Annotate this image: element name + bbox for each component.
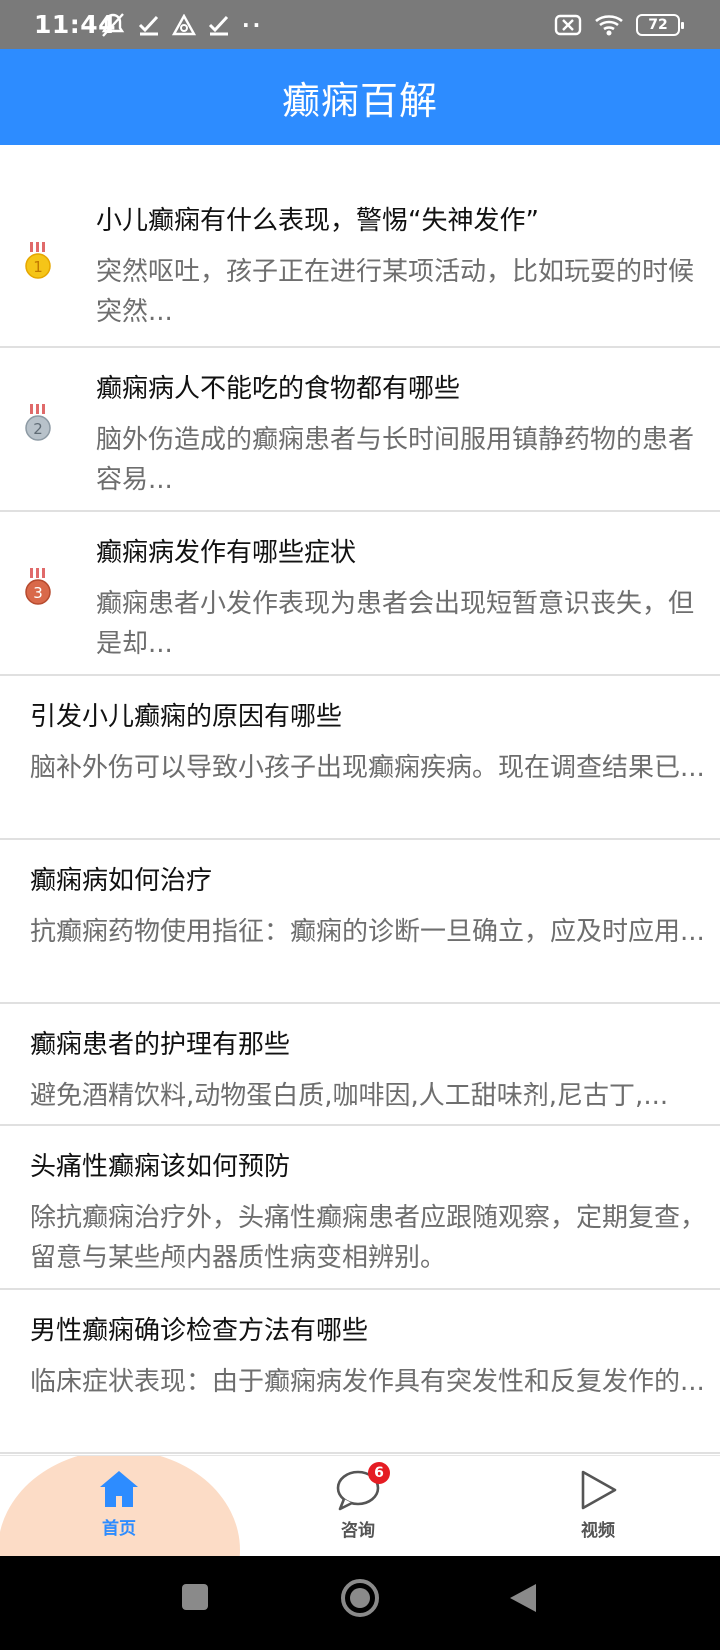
bottom-nav: 首页 6 咨询 视频 bbox=[0, 1455, 720, 1556]
battery-level: 72 bbox=[648, 17, 668, 33]
play-icon bbox=[581, 1470, 617, 1510]
article-list: 1 小儿癫痫有什么表现，警惕“失神发作” 突然呕吐，孩子正在进行某项活动，比如玩… bbox=[0, 200, 720, 1454]
consult-badge: 6 bbox=[368, 1462, 390, 1484]
system-nav-bar bbox=[0, 1556, 720, 1650]
svg-text:3: 3 bbox=[33, 584, 43, 602]
rank-medal-icon: 1 bbox=[24, 242, 52, 282]
battery-icon: 72 bbox=[636, 14, 684, 36]
wifi-icon bbox=[595, 15, 623, 36]
rank-medal-icon: 3 bbox=[24, 568, 52, 608]
article-summary: 脑外伤造成的癫痫患者与长时间服用镇静药物的患者容易... bbox=[96, 425, 695, 495]
rank-medal-icon: 2 bbox=[24, 404, 52, 444]
mute-icon bbox=[101, 13, 125, 37]
list-item[interactable]: 引发小儿癫痫的原因有哪些 脑补外伤可以导致小孩子出现癫痫疾病。现在调查结果已..… bbox=[0, 676, 720, 840]
article-title: 癫痫患者的护理有那些 bbox=[30, 1030, 291, 1060]
svg-text:2: 2 bbox=[33, 420, 43, 438]
list-item[interactable]: 癫痫患者的护理有那些 避免酒精饮料,动物蛋白质,咖啡因,人工甜味剂,尼古丁,..… bbox=[0, 1004, 720, 1126]
status-icons-right: 72 bbox=[554, 12, 684, 38]
home-icon bbox=[100, 1471, 138, 1507]
warning-icon bbox=[172, 14, 196, 36]
check-icon bbox=[138, 15, 159, 36]
article-title: 癫痫病发作有哪些症状 bbox=[96, 538, 357, 568]
list-item[interactable]: 癫痫病如何治疗 抗癫痫药物使用指征：癫痫的诊断一旦确立，应及时应用... bbox=[0, 840, 720, 1004]
article-summary: 避免酒精饮料,动物蛋白质,咖啡因,人工甜味剂,尼古丁,... bbox=[30, 1081, 669, 1111]
check-icon-2 bbox=[208, 15, 229, 36]
more-notifications-icon: ·· bbox=[242, 13, 264, 37]
article-title: 头痛性癫痫该如何预防 bbox=[30, 1152, 291, 1182]
list-item[interactable]: 3 癫痫病发作有哪些症状 癫痫患者小发作表现为患者会出现短暂意识丧失，但是却..… bbox=[0, 512, 720, 676]
article-summary: 抗癫痫药物使用指征：癫痫的诊断一旦确立，应及时应用... bbox=[30, 917, 705, 947]
article-summary: 癫痫患者小发作表现为患者会出现短暂意识丧失，但是却... bbox=[96, 589, 695, 659]
page-title: 癫痫百解 bbox=[281, 78, 438, 123]
article-title: 癫痫病如何治疗 bbox=[30, 866, 213, 896]
no-sim-icon bbox=[554, 14, 582, 36]
back-icon[interactable] bbox=[508, 1582, 538, 1614]
app-bar: 癫痫百解 bbox=[0, 49, 720, 145]
list-item[interactable]: 2 癫痫病人不能吃的食物都有哪些 脑外伤造成的癫痫患者与长时间服用镇静药物的患者… bbox=[0, 348, 720, 512]
home-button-icon[interactable] bbox=[340, 1578, 380, 1618]
article-title: 癫痫病人不能吃的食物都有哪些 bbox=[96, 374, 461, 404]
article-summary: 突然呕吐，孩子正在进行某项活动，比如玩耍的时候突然... bbox=[96, 257, 695, 327]
nav-consult-label: 咨询 bbox=[341, 1521, 375, 1541]
nav-video-label: 视频 bbox=[581, 1521, 615, 1541]
svg-text:1: 1 bbox=[33, 258, 43, 276]
list-item[interactable]: 头痛性癫痫该如何预防 除抗癫痫治疗外，头痛性癫痫患者应跟随观察，定期复查，留意与… bbox=[0, 1126, 720, 1290]
nav-video-tab[interactable]: 视频 bbox=[538, 1468, 658, 1541]
article-title: 引发小儿癫痫的原因有哪些 bbox=[30, 702, 343, 732]
article-summary: 脑补外伤可以导致小孩子出现癫痫疾病。现在调查结果已... bbox=[30, 753, 705, 783]
status-icons-left: ·· bbox=[100, 12, 263, 38]
list-item[interactable]: 男性癫痫确诊检查方法有哪些 临床症状表现：由于癫痫病发作具有突发性和反复发作的.… bbox=[0, 1290, 720, 1454]
nav-consult-tab[interactable]: 6 咨询 bbox=[298, 1462, 418, 1541]
list-item[interactable]: 1 小儿癫痫有什么表现，警惕“失神发作” 突然呕吐，孩子正在进行某项活动，比如玩… bbox=[0, 200, 720, 348]
nav-home-label: 首页 bbox=[102, 1519, 136, 1539]
article-summary: 临床症状表现：由于癫痫病发作具有突发性和反复发作的... bbox=[30, 1367, 705, 1397]
article-title: 小儿癫痫有什么表现，警惕“失神发作” bbox=[96, 206, 539, 236]
status-bar: 11:44 ·· 72 bbox=[0, 0, 720, 49]
article-title: 男性癫痫确诊检查方法有哪些 bbox=[30, 1316, 369, 1346]
recents-icon[interactable] bbox=[180, 1582, 210, 1612]
nav-home-tab[interactable]: 首页 bbox=[59, 1468, 179, 1539]
article-summary: 除抗癫痫治疗外，头痛性癫痫患者应跟随观察，定期复查，留意与某些颅内器质性病变相辨… bbox=[30, 1203, 707, 1273]
